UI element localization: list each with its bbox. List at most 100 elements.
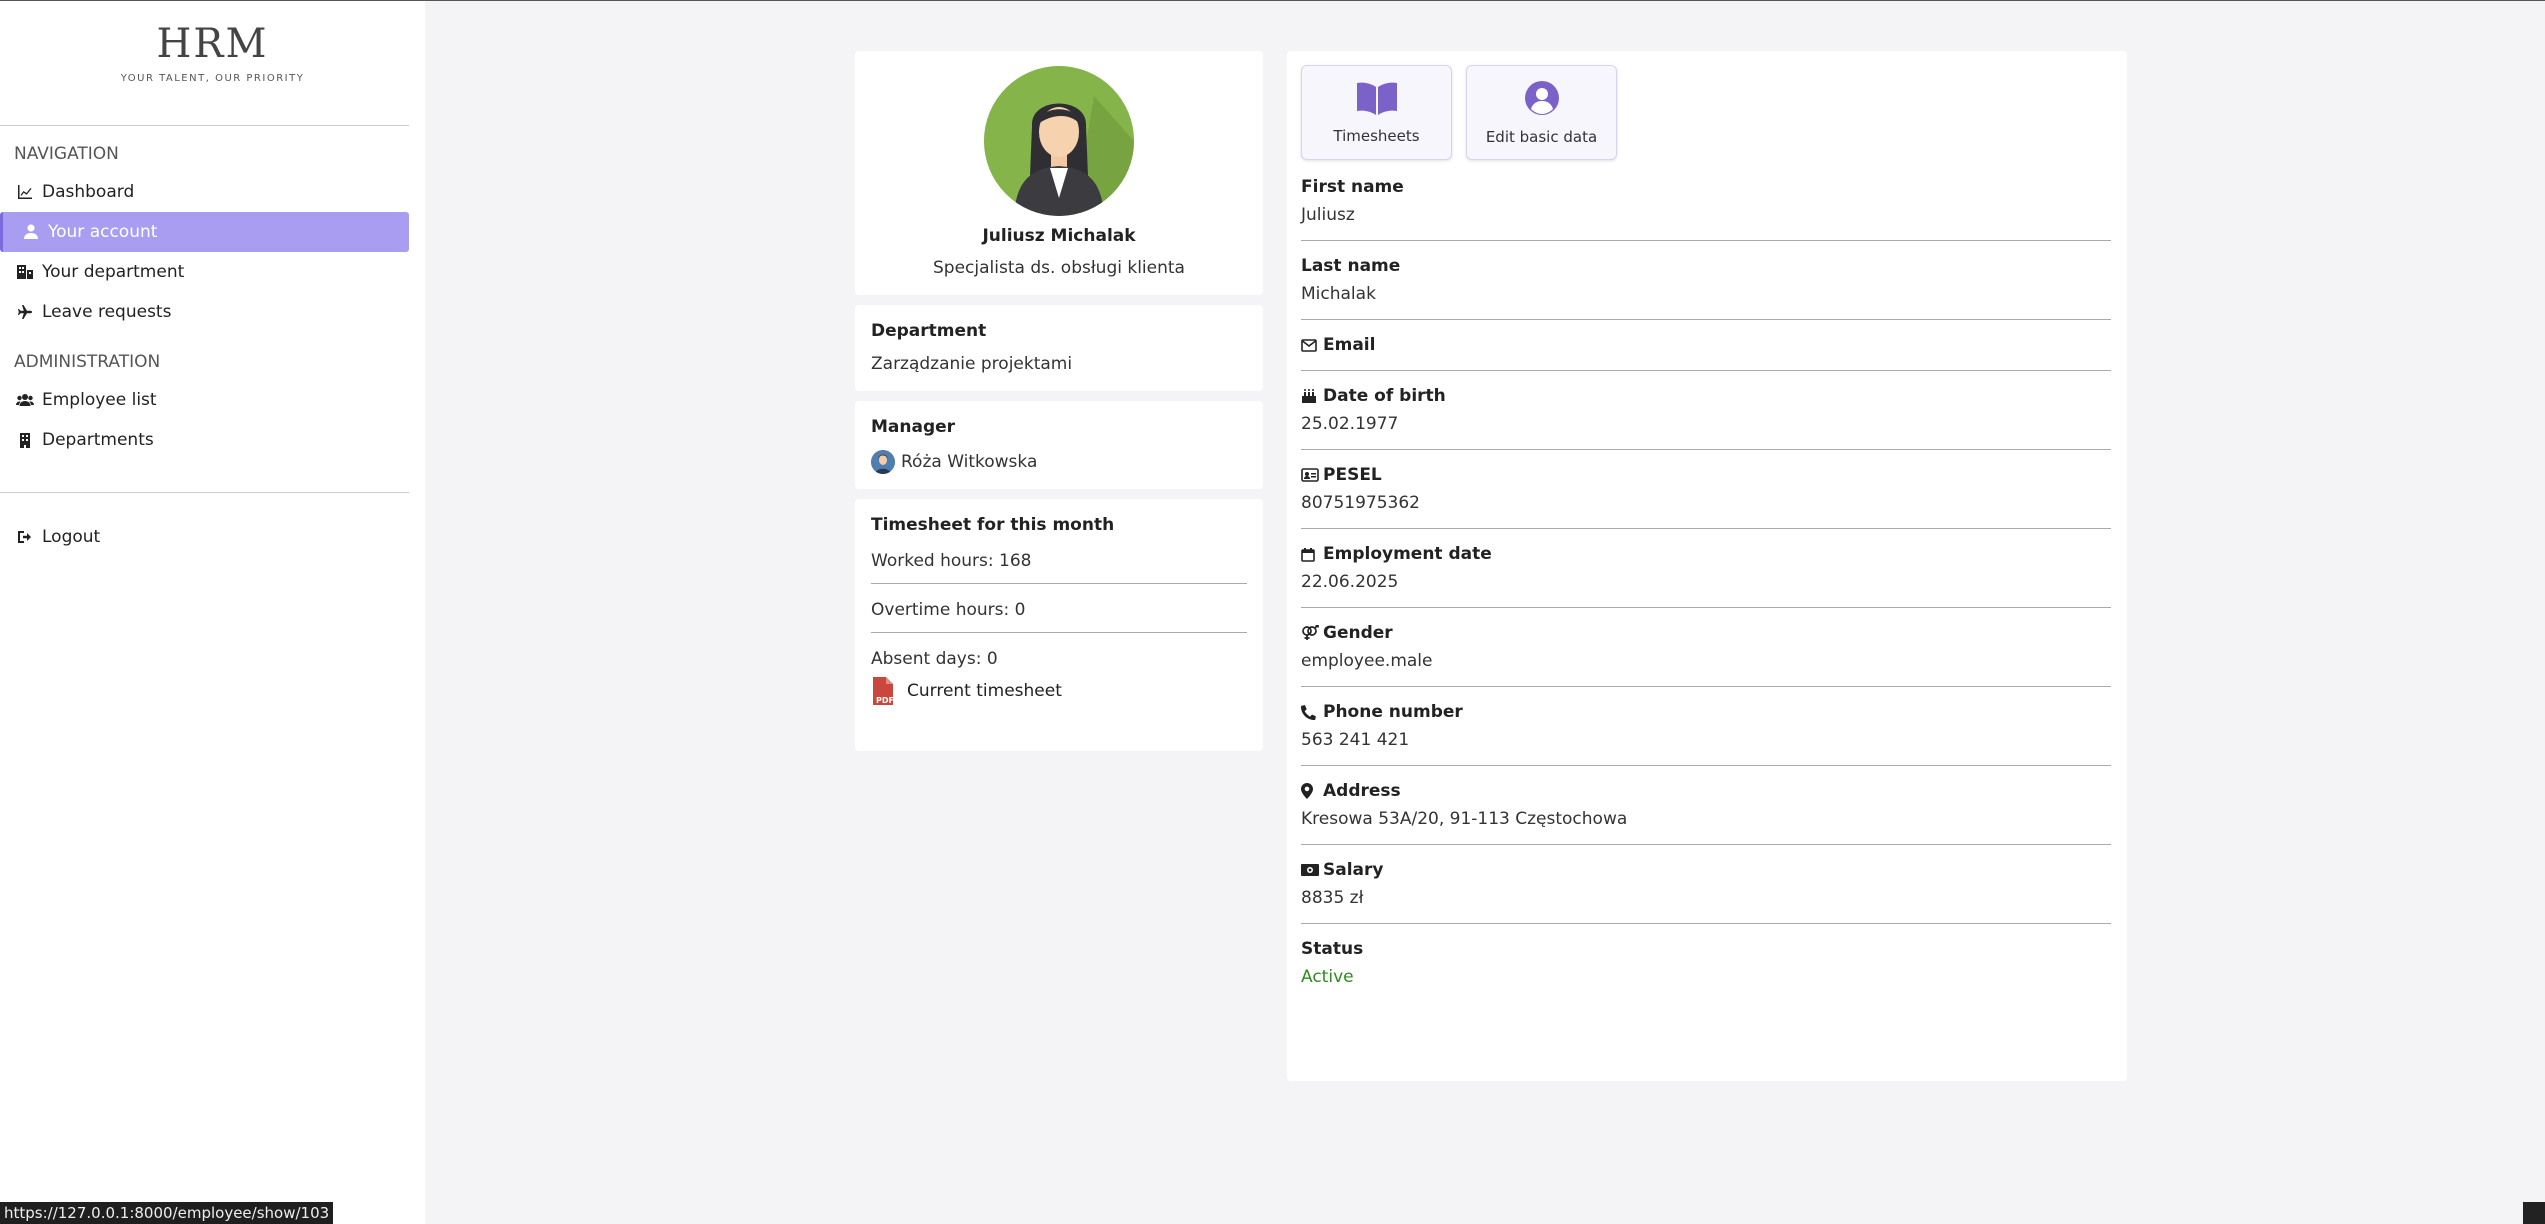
- sidebar-item-your-account[interactable]: Your account: [0, 212, 409, 252]
- field-label: Date of birth: [1301, 385, 2111, 407]
- logout-button[interactable]: Logout: [0, 517, 409, 557]
- sidebar-item-employee-list[interactable]: Employee list: [0, 380, 409, 420]
- field-label-text: Email: [1323, 335, 1376, 355]
- manager-card: Manager Róża Witkowska: [855, 401, 1263, 489]
- field-label: First name: [1301, 177, 1404, 197]
- worked-hours: Worked hours: 168: [871, 539, 1247, 584]
- sidebar-item-leave-requests[interactable]: Leave requests: [0, 292, 409, 332]
- users-icon: [16, 391, 34, 409]
- department-card: Department Zarządzanie projektami: [855, 305, 1263, 391]
- field-value: 22.06.2025: [1301, 572, 1399, 592]
- field-label: Last name: [1301, 256, 1401, 276]
- field-label-text: Gender: [1323, 623, 1393, 643]
- field-label: Salary: [1301, 859, 2111, 881]
- sidebar-item-label: Departments: [42, 430, 154, 450]
- field-email: Email: [1301, 320, 2111, 371]
- field-value: 8835 zł: [1301, 888, 1364, 908]
- manager-link[interactable]: Róża Witkowska: [871, 450, 1247, 474]
- field-label: Email: [1301, 334, 2111, 356]
- nav-section-administration: ADMINISTRATION: [14, 352, 161, 372]
- field-value: Juliusz: [1301, 205, 1355, 225]
- timesheets-button[interactable]: Timesheets: [1301, 65, 1452, 160]
- absent-days: Absent days: 0: [871, 649, 998, 669]
- timesheets-button-label: Timesheets: [1333, 126, 1420, 145]
- field-value: Michalak: [1301, 284, 1376, 304]
- phone-icon: [1301, 704, 1319, 720]
- id-card-icon: [1301, 467, 1319, 483]
- field-salary: Salary 8835 zł: [1301, 845, 2111, 924]
- corner-widget-icon[interactable]: [2523, 1202, 2545, 1224]
- venus-mars-icon: [1301, 625, 1319, 641]
- user-circle-icon: [1524, 80, 1560, 120]
- brand-logo[interactable]: HRM: [0, 21, 425, 67]
- field-value: Kresowa 53A/20, 91-113 Częstochowa: [1301, 809, 1628, 829]
- calendar-icon: [1301, 546, 1319, 562]
- sidebar-item-dashboard[interactable]: Dashboard: [0, 172, 409, 212]
- field-label: Gender: [1301, 622, 2111, 644]
- building-icon: [16, 263, 34, 281]
- sidebar-item-label: Leave requests: [42, 302, 172, 322]
- brand-tagline: YOUR TALENT, OUR PRIORITY: [120, 73, 305, 84]
- field-value: employee.male: [1301, 651, 1433, 671]
- field-status: Status Active: [1301, 924, 2111, 1002]
- current-timesheet-link[interactable]: PDF Current timesheet: [871, 677, 1247, 705]
- field-phone: Phone number 563 241 421: [1301, 687, 2111, 766]
- manager-name: Róża Witkowska: [901, 452, 1038, 472]
- field-label: PESEL: [1301, 464, 2111, 486]
- profile-name: Juliusz Michalak: [982, 226, 1136, 246]
- field-value: 563 241 421: [1301, 730, 1410, 750]
- edit-basic-data-button[interactable]: Edit basic data: [1466, 65, 1617, 160]
- status-badge: Active: [1301, 967, 1354, 987]
- sidebar-item-label: Employee list: [42, 390, 157, 410]
- pdf-icon: PDF: [871, 677, 899, 705]
- field-employment-date: Employment date 22.06.2025: [1301, 529, 2111, 608]
- map-marker-icon: [1301, 783, 1319, 799]
- sidebar-item-your-department[interactable]: Your department: [0, 252, 409, 292]
- field-label: Employment date: [1301, 543, 2111, 565]
- edit-basic-data-label: Edit basic data: [1485, 127, 1598, 146]
- sidebar-item-label: Your department: [42, 262, 185, 282]
- sidebar: HRM YOUR TALENT, OUR PRIORITY NAVIGATION…: [0, 1, 425, 1224]
- birthday-cake-icon: [1301, 388, 1319, 404]
- department-title: Department: [871, 321, 987, 341]
- profile-role: Specjalista ds. obsługi klienta: [933, 258, 1185, 278]
- field-label-text: Employment date: [1323, 544, 1492, 564]
- timesheet-card: Timesheet for this month Worked hours: 1…: [855, 499, 1263, 751]
- field-label-text: Phone number: [1323, 702, 1463, 722]
- field-date-of-birth: Date of birth 25.02.1977: [1301, 371, 2111, 450]
- field-gender: Gender employee.male: [1301, 608, 2111, 687]
- field-pesel: PESEL 80751975362: [1301, 450, 2111, 529]
- field-value: 25.02.1977: [1301, 414, 1399, 434]
- field-label-text: Salary: [1323, 860, 1384, 880]
- brand: HRM YOUR TALENT, OUR PRIORITY: [0, 1, 425, 125]
- field-label-text: Address: [1323, 781, 1401, 801]
- current-timesheet-label: Current timesheet: [907, 681, 1062, 701]
- avatar: [984, 66, 1134, 216]
- svg-text:PDF: PDF: [876, 696, 894, 705]
- envelope-icon: [1301, 337, 1319, 353]
- field-last-name: Last name Michalak: [1301, 241, 2111, 320]
- field-value: 80751975362: [1301, 493, 1420, 513]
- sidebar-item-departments[interactable]: Departments: [0, 420, 409, 460]
- field-label: Address: [1301, 780, 2111, 802]
- field-label-text: Date of birth: [1323, 386, 1446, 406]
- book-icon: [1355, 81, 1399, 119]
- field-label-text: PESEL: [1323, 465, 1382, 485]
- money-bill-icon: [1301, 862, 1319, 878]
- plane-icon: [16, 303, 34, 321]
- sidebar-item-label: Dashboard: [42, 182, 135, 202]
- field-address: Address Kresowa 53A/20, 91-113 Częstocho…: [1301, 766, 2111, 845]
- building-icon: [16, 431, 34, 449]
- sidebar-item-label: Your account: [48, 222, 158, 242]
- department-value: Zarządzanie projektami: [871, 354, 1073, 374]
- browser-status-url: https://127.0.0.1:8000/employee/show/103: [0, 1202, 334, 1224]
- manager-title: Manager: [871, 417, 956, 437]
- user-icon: [22, 223, 40, 241]
- details-card: Timesheets Edit basic data First name Ju…: [1287, 51, 2127, 1081]
- field-label: Status: [1301, 939, 1364, 959]
- nav-section-navigation: NAVIGATION: [14, 144, 119, 164]
- timesheet-title: Timesheet for this month: [871, 515, 1115, 535]
- action-buttons: Timesheets Edit basic data: [1301, 65, 2113, 160]
